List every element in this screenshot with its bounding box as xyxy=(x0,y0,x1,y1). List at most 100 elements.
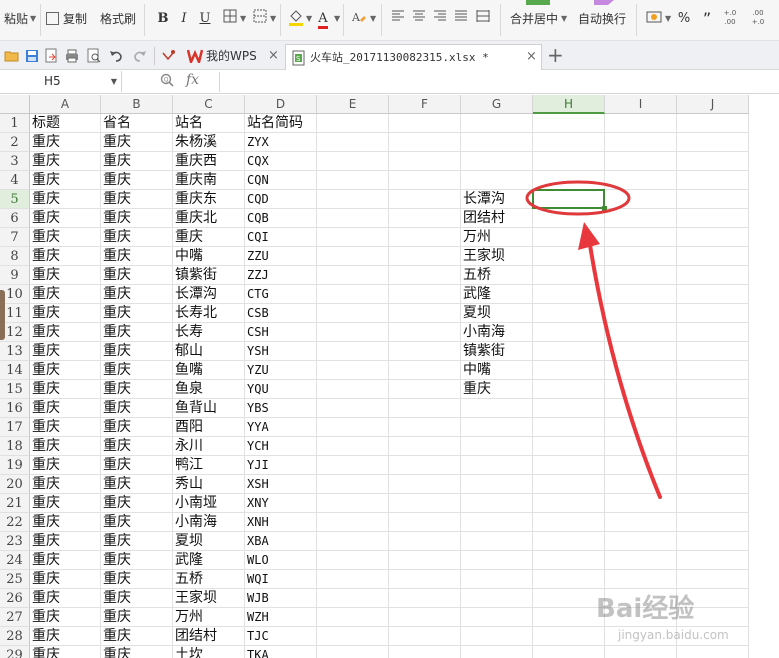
cell-i18[interactable] xyxy=(605,437,677,456)
cell-f24[interactable] xyxy=(389,551,461,570)
cell-c19[interactable]: 鸭江 xyxy=(173,456,245,475)
cell-c26[interactable]: 王家坝 xyxy=(173,589,245,608)
row-header-8[interactable]: 8 xyxy=(0,247,30,266)
row-header-26[interactable]: 26 xyxy=(0,589,30,608)
cell-h16[interactable] xyxy=(533,399,605,418)
cell-g20[interactable] xyxy=(461,475,533,494)
cell-d7[interactable]: CQI xyxy=(245,228,317,247)
cell-a4[interactable]: 重庆 xyxy=(30,171,101,190)
cell-b9[interactable]: 重庆 xyxy=(101,266,173,285)
cell-d28[interactable]: TJC xyxy=(245,627,317,646)
cell-c16[interactable]: 鱼背山 xyxy=(173,399,245,418)
fill-color-button[interactable] xyxy=(286,9,306,29)
cell-i20[interactable] xyxy=(605,475,677,494)
number-format-button[interactable] xyxy=(644,9,664,29)
cell-c8[interactable]: 中嘴 xyxy=(173,247,245,266)
cell-i25[interactable] xyxy=(605,570,677,589)
cell-i15[interactable] xyxy=(605,380,677,399)
cell-i19[interactable] xyxy=(605,456,677,475)
close-icon[interactable]: × xyxy=(526,45,537,69)
cell-e4[interactable] xyxy=(317,171,389,190)
print-icon[interactable] xyxy=(64,48,80,64)
column-header-b[interactable]: B xyxy=(101,95,173,114)
row-header-25[interactable]: 25 xyxy=(0,570,30,589)
cell-b1[interactable]: 省名 xyxy=(101,114,173,133)
cell-i21[interactable] xyxy=(605,494,677,513)
cell-b18[interactable]: 重庆 xyxy=(101,437,173,456)
cell-f7[interactable] xyxy=(389,228,461,247)
cell-g11[interactable]: 夏坝 xyxy=(461,304,533,323)
number-format-dropdown-caret[interactable]: ▼ xyxy=(665,10,671,28)
cell-c27[interactable]: 万州 xyxy=(173,608,245,627)
merge-center-dropdown-caret[interactable]: ▼ xyxy=(561,10,567,28)
cell-h29[interactable] xyxy=(533,646,605,658)
cell-a3[interactable]: 重庆 xyxy=(30,152,101,171)
italic-button[interactable]: I xyxy=(174,9,194,29)
cell-f21[interactable] xyxy=(389,494,461,513)
cell-g4[interactable] xyxy=(461,171,533,190)
cell-i6[interactable] xyxy=(605,209,677,228)
cell-j4[interactable] xyxy=(677,171,749,190)
customize-toolbar-icon[interactable] xyxy=(160,48,176,64)
cell-d25[interactable]: WQI xyxy=(245,570,317,589)
distributed-button[interactable] xyxy=(473,9,493,29)
cell-j18[interactable] xyxy=(677,437,749,456)
cell-c23[interactable]: 夏坝 xyxy=(173,532,245,551)
active-cell-outline[interactable] xyxy=(532,189,607,211)
comma-style-button[interactable]: ” xyxy=(697,9,717,29)
cell-c10[interactable]: 长潭沟 xyxy=(173,285,245,304)
cell-a29[interactable]: 重庆 xyxy=(30,646,101,658)
row-header-5[interactable]: 5 xyxy=(0,190,30,209)
print-preview-icon[interactable] xyxy=(86,48,102,64)
cell-g9[interactable]: 五桥 xyxy=(461,266,533,285)
clear-format-button[interactable]: A xyxy=(349,9,369,29)
cell-h10[interactable] xyxy=(533,285,605,304)
cell-h17[interactable] xyxy=(533,418,605,437)
cell-e28[interactable] xyxy=(317,627,389,646)
sidebar-drag-handle[interactable] xyxy=(0,290,5,340)
cell-b26[interactable]: 重庆 xyxy=(101,589,173,608)
cell-a12[interactable]: 重庆 xyxy=(30,323,101,342)
cell-a19[interactable]: 重庆 xyxy=(30,456,101,475)
cell-f3[interactable] xyxy=(389,152,461,171)
cell-e2[interactable] xyxy=(317,133,389,152)
cell-j17[interactable] xyxy=(677,418,749,437)
cell-e15[interactable] xyxy=(317,380,389,399)
cell-j7[interactable] xyxy=(677,228,749,247)
cell-b8[interactable]: 重庆 xyxy=(101,247,173,266)
cell-j29[interactable] xyxy=(677,646,749,658)
cell-h8[interactable] xyxy=(533,247,605,266)
cell-d4[interactable]: CQN xyxy=(245,171,317,190)
cell-e16[interactable] xyxy=(317,399,389,418)
copy-button[interactable]: 复制 xyxy=(46,10,87,28)
cell-d9[interactable]: ZZJ xyxy=(245,266,317,285)
cell-f8[interactable] xyxy=(389,247,461,266)
cell-j3[interactable] xyxy=(677,152,749,171)
cell-g24[interactable] xyxy=(461,551,533,570)
cell-b27[interactable]: 重庆 xyxy=(101,608,173,627)
cell-a9[interactable]: 重庆 xyxy=(30,266,101,285)
cell-i10[interactable] xyxy=(605,285,677,304)
cell-j19[interactable] xyxy=(677,456,749,475)
justify-button[interactable] xyxy=(451,9,471,29)
cell-g7[interactable]: 万州 xyxy=(461,228,533,247)
cell-c9[interactable]: 镇紫街 xyxy=(173,266,245,285)
cell-f9[interactable] xyxy=(389,266,461,285)
cell-j14[interactable] xyxy=(677,361,749,380)
cell-c17[interactable]: 酉阳 xyxy=(173,418,245,437)
cell-d1[interactable]: 站名简码 xyxy=(245,114,317,133)
cell-c4[interactable]: 重庆南 xyxy=(173,171,245,190)
align-right-button[interactable] xyxy=(430,9,450,29)
cell-c29[interactable]: 土坎 xyxy=(173,646,245,658)
cell-f11[interactable] xyxy=(389,304,461,323)
cell-f6[interactable] xyxy=(389,209,461,228)
cell-b12[interactable]: 重庆 xyxy=(101,323,173,342)
cell-d6[interactable]: CQB xyxy=(245,209,317,228)
cell-g25[interactable] xyxy=(461,570,533,589)
cell-style-button[interactable] xyxy=(250,9,270,29)
cell-d17[interactable]: YYA xyxy=(245,418,317,437)
open-folder-icon[interactable] xyxy=(4,48,20,64)
cell-b10[interactable]: 重庆 xyxy=(101,285,173,304)
cell-h14[interactable] xyxy=(533,361,605,380)
cell-f27[interactable] xyxy=(389,608,461,627)
